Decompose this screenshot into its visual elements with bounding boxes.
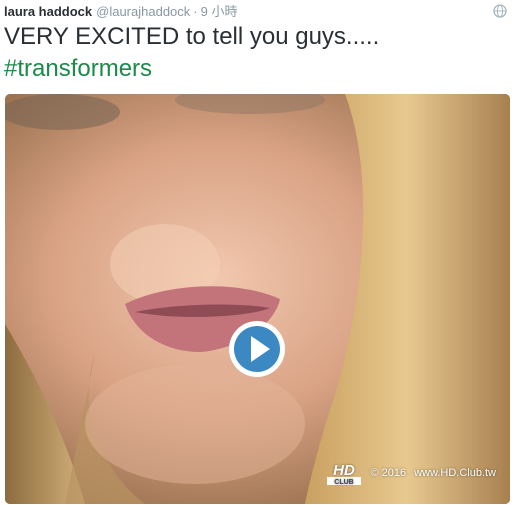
separator-dot: · [193, 4, 198, 19]
hashtag-link[interactable]: #transformers [4, 53, 379, 85]
tweet-header: laura haddock @laurajhaddock · 9 小時 [4, 2, 237, 22]
watermark-copyright: © 2016 [370, 467, 407, 479]
play-icon[interactable] [227, 319, 287, 379]
tweet: laura haddock @laurajhaddock · 9 小時 VERY… [0, 0, 515, 505]
svg-text:HD: HD [334, 462, 356, 479]
video-player[interactable]: HD CLUB © 2016 www.HD.Club.tw [5, 94, 510, 504]
tweet-timestamp[interactable]: 9 小時 [201, 2, 238, 22]
tweet-text: VERY EXCITED to tell you guys..... #tran… [4, 21, 379, 85]
tweet-text-line: VERY EXCITED to tell you guys..... [4, 23, 380, 50]
watermark: HD CLUB © 2016 www.HD.Club.tw [324, 460, 496, 486]
author-handle[interactable]: @laurajhaddock [96, 2, 190, 22]
watermark-site: www.HD.Club.tw [414, 467, 496, 479]
video-thumbnail [5, 94, 510, 504]
hd-club-logo: HD CLUB [327, 462, 362, 486]
globe-icon[interactable] [493, 4, 507, 18]
svg-text:CLUB: CLUB [335, 479, 354, 486]
author-name[interactable]: laura haddock [4, 2, 92, 22]
